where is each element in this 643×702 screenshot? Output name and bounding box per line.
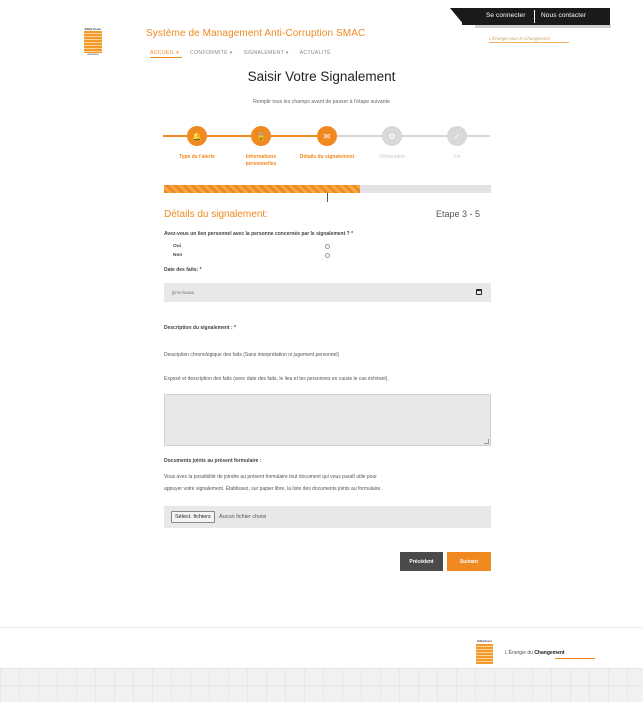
nav-signalement[interactable]: SIGNALEMENT ▾	[244, 50, 289, 56]
logo-text-top: Ethiq'Assur	[84, 27, 102, 31]
nav-actualite[interactable]: ACTUALITÉ	[300, 50, 331, 56]
logo-bars-icon	[84, 31, 102, 53]
description-help-1: Description chronologique des faits (San…	[164, 352, 340, 358]
bell-icon: 🔔	[192, 131, 202, 141]
progress-bar	[164, 185, 491, 193]
footer-tag-bold: Changement	[534, 650, 565, 656]
file-status: Aucun fichier choisi	[219, 514, 267, 520]
radio-yes-label: Oui	[173, 244, 181, 249]
footer-logo-text: Ethiq'Assur	[477, 640, 492, 643]
documents-help-2: appuyer votre signalement. Établissez, s…	[164, 486, 382, 492]
header-tagline: L'Énergie pour le Changement	[489, 36, 550, 41]
footer-tag-underline	[555, 658, 595, 659]
question-link-label: Avez-vous un lien personnel avec la pers…	[164, 231, 354, 237]
step-2-label: Informations personnelles	[245, 154, 277, 167]
step-3-circle: ✉	[317, 126, 337, 146]
section-title: Détails du signalement:	[164, 209, 268, 220]
footer-tagline: L'Énergie du Changement	[505, 650, 565, 656]
description-textarea[interactable]	[164, 394, 491, 446]
nav-active-underline	[150, 57, 182, 58]
envelope-icon: ✉	[323, 131, 331, 141]
radio-no[interactable]	[325, 253, 330, 258]
date-input[interactable]	[164, 283, 491, 302]
footer-logo[interactable]: Ethiq'Assur	[476, 640, 493, 666]
page-title: Saisir Votre Signalement	[247, 69, 396, 84]
footer-band	[0, 668, 643, 702]
gear-icon: ⚙	[388, 131, 396, 141]
site-title: Système de Management Anti-Corruption SM…	[146, 28, 366, 39]
description-help-2: Exposé et description des faits (avec da…	[164, 376, 389, 382]
progress-marker	[327, 193, 328, 202]
tagline-underline	[489, 42, 569, 43]
login-link[interactable]: Se connecter	[486, 12, 526, 19]
contact-link[interactable]: Nous contacter	[541, 12, 586, 19]
nav-conformite[interactable]: CONFORMITÉ ▾	[190, 50, 233, 56]
step-5-label: Fin	[453, 154, 461, 160]
radio-no-label: Non	[173, 253, 183, 258]
step-1-label: Type de l'alerte	[179, 154, 215, 160]
calendar-icon[interactable]	[476, 289, 482, 295]
next-button[interactable]: Suivant	[447, 552, 491, 571]
radio-yes[interactable]	[325, 244, 330, 249]
lock-icon: 🔒	[256, 131, 266, 141]
footer-logo-bars-icon	[476, 644, 493, 664]
step-1-circle: 🔔	[187, 126, 207, 146]
step-5-circle: ✓	[447, 126, 467, 146]
nav-accueil[interactable]: ACCUEIL ▾	[150, 50, 179, 56]
previous-button[interactable]: Précédent	[400, 552, 443, 571]
description-label: Description du signalement : *	[164, 325, 236, 331]
site-logo[interactable]: Ethiq'Assur assurance	[84, 27, 102, 57]
check-icon: ✓	[453, 131, 461, 141]
main-nav: ACCUEIL ▾ CONFORMITÉ ▾ SIGNALEMENT ▾ ACT…	[150, 50, 331, 56]
progress-fill	[164, 185, 361, 193]
topbar	[462, 8, 610, 25]
footer-divider	[0, 627, 643, 628]
resize-grip-icon[interactable]	[484, 439, 489, 444]
step-counter: Etape 3 - 5	[436, 209, 481, 219]
file-select-button[interactable]: Sélect. fichiers	[171, 511, 215, 523]
logo-text-bottom: assurance	[87, 53, 99, 56]
date-label: Date des faits: *	[164, 267, 202, 273]
step-4-label: Déclaration	[379, 154, 405, 160]
documents-label: Documents joints au présent formulaire :	[164, 458, 262, 464]
date-placeholder: jj/mm/aaaa	[172, 290, 195, 295]
step-3-label: Détails du signalement	[299, 154, 355, 160]
step-4-circle: ⚙	[382, 126, 402, 146]
step-2-circle: 🔒	[251, 126, 271, 146]
page-subtitle: Remplir tous les champs avant de passer …	[253, 99, 390, 105]
topbar-divider	[534, 10, 535, 23]
topbar-shadow	[475, 25, 611, 28]
footer-tag-prefix: L'Énergie du	[505, 650, 535, 656]
documents-help-1: Vous avez la possibilité de joindre au p…	[164, 474, 377, 480]
